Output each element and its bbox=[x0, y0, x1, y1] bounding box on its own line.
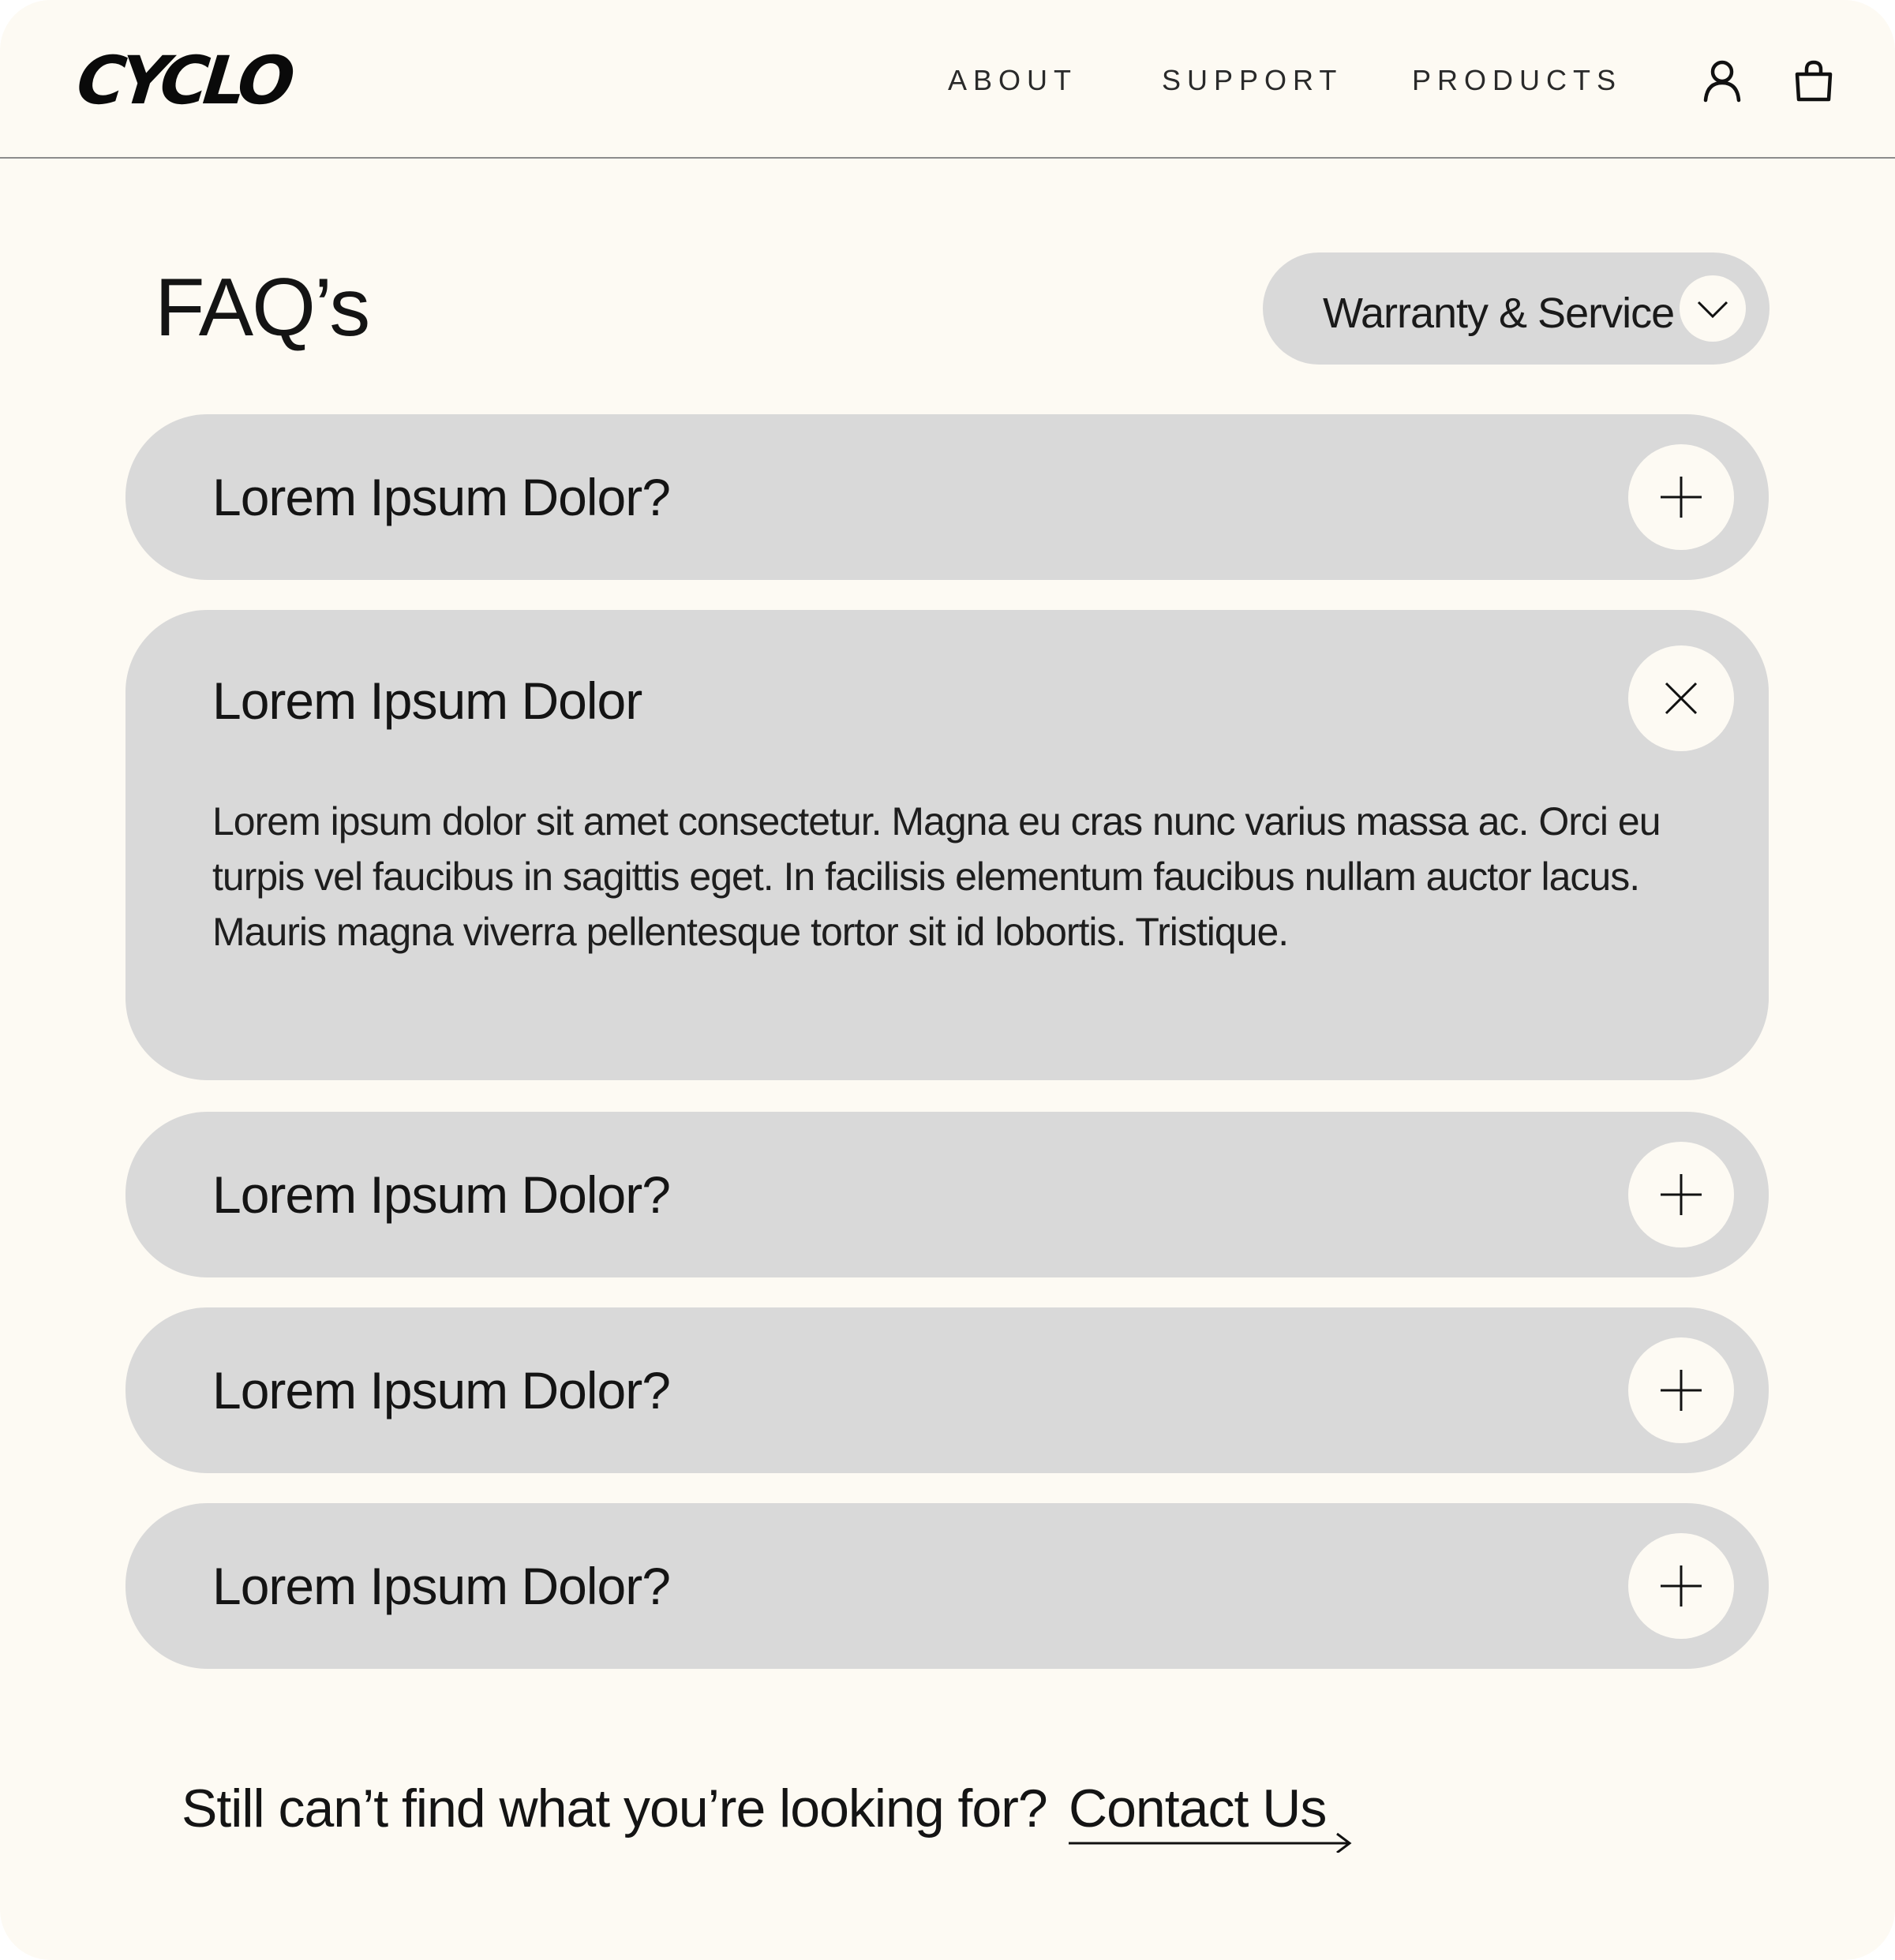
faq-collapse-button[interactable] bbox=[1628, 645, 1734, 751]
nav-link-products[interactable]: PRODUCTS bbox=[1412, 63, 1622, 98]
category-dropdown-value: Warranty & Service bbox=[1323, 290, 1675, 337]
faq-item[interactable]: Lorem Ipsum Dolor? bbox=[125, 414, 1769, 580]
faq-item-expanded[interactable]: Lorem Ipsum Dolor Lorem ipsum dolor sit … bbox=[125, 610, 1769, 1080]
faq-item[interactable]: Lorem Ipsum Dolor? bbox=[125, 1503, 1769, 1669]
faq-answer: Lorem ipsum dolor sit amet consectetur. … bbox=[212, 799, 1661, 954]
faq-expand-button[interactable] bbox=[1628, 1337, 1734, 1443]
category-dropdown[interactable]: Warranty & Service bbox=[1263, 252, 1770, 365]
faq-question: Lorem Ipsum Dolor? bbox=[212, 1361, 671, 1420]
close-icon bbox=[1665, 682, 1698, 715]
faq-item[interactable]: Lorem Ipsum Dolor? bbox=[125, 1112, 1769, 1277]
nav-link-about[interactable]: ABOUT bbox=[948, 63, 1077, 98]
faq-question: Lorem Ipsum Dolor bbox=[212, 671, 642, 730]
plus-icon bbox=[1661, 1174, 1702, 1215]
dropdown-toggle[interactable] bbox=[1680, 275, 1746, 342]
faq-item[interactable]: Lorem Ipsum Dolor? bbox=[125, 1307, 1769, 1473]
nav-link-support[interactable]: SUPPORT bbox=[1162, 63, 1343, 98]
help-prompt: Still can’t find what you’re looking for… bbox=[182, 1779, 1048, 1838]
user-icon bbox=[1703, 60, 1741, 103]
faq-expand-button[interactable] bbox=[1628, 1533, 1734, 1639]
faq-question: Lorem Ipsum Dolor? bbox=[212, 468, 671, 526]
plus-icon bbox=[1661, 1370, 1702, 1411]
page-frame: CYCLO ABOUT SUPPORT PRODUCTS FAQ’s Warra… bbox=[0, 0, 1895, 1960]
faq-expand-button[interactable] bbox=[1628, 444, 1734, 550]
arrow-right-icon bbox=[1069, 1832, 1352, 1853]
faq-question: Lorem Ipsum Dolor? bbox=[212, 1557, 671, 1615]
faq-question: Lorem Ipsum Dolor? bbox=[212, 1165, 671, 1224]
chevron-down-icon bbox=[1697, 301, 1728, 319]
account-button[interactable] bbox=[1700, 58, 1744, 103]
shopping-bag-icon bbox=[1795, 60, 1833, 102]
faq-expand-button[interactable] bbox=[1628, 1142, 1734, 1247]
brand-logo[interactable]: CYCLO bbox=[73, 41, 294, 120]
plus-icon bbox=[1661, 477, 1702, 518]
page-title: FAQ’s bbox=[155, 262, 370, 353]
site-header: CYCLO ABOUT SUPPORT PRODUCTS bbox=[0, 0, 1895, 159]
plus-icon bbox=[1661, 1565, 1702, 1607]
cart-button[interactable] bbox=[1792, 58, 1836, 103]
